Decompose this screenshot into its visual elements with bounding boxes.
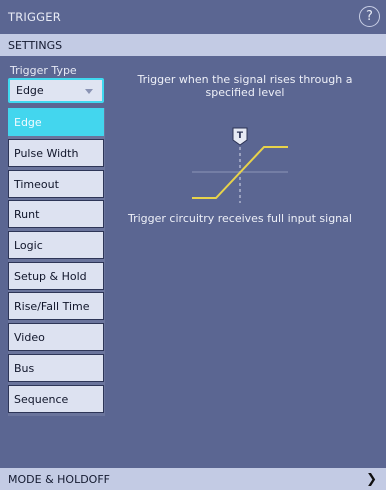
- mode-holdoff-section-header[interactable]: MODE & HOLDOFF ❯: [0, 468, 386, 490]
- trigger-type-label: Trigger Type: [10, 64, 77, 77]
- trigger-marker-icon: T: [232, 127, 248, 146]
- menu-item-video[interactable]: Video: [8, 323, 104, 351]
- settings-title: SETTINGS: [8, 38, 63, 52]
- trigger-type-menu: Edge Pulse Width Timeout Runt Logic Setu…: [8, 108, 105, 416]
- menu-item-runt[interactable]: Runt: [8, 200, 104, 228]
- menu-item-sequence[interactable]: Sequence: [8, 385, 104, 413]
- menu-item-edge[interactable]: Edge: [8, 108, 104, 136]
- trigger-marker-label: T: [237, 131, 244, 141]
- description-line-1: Trigger when the signal rises through a: [137, 73, 353, 86]
- menu-item-rise-fall-time[interactable]: Rise/Fall Time: [8, 292, 104, 320]
- description-line-2: specified level: [205, 86, 285, 99]
- window-title: TRIGGER: [8, 9, 61, 24]
- trigger-description: Trigger when the signal rises through a …: [112, 73, 378, 99]
- menu-item-bus[interactable]: Bus: [8, 354, 104, 382]
- menu-item-timeout[interactable]: Timeout: [8, 170, 104, 198]
- settings-section-header[interactable]: SETTINGS: [0, 34, 386, 56]
- menu-item-setup-hold[interactable]: Setup & Hold: [8, 262, 104, 290]
- trigger-type-selected-value: Edge: [16, 84, 44, 97]
- chevron-down-icon: [85, 89, 93, 94]
- menu-item-pulse-width[interactable]: Pulse Width: [8, 139, 104, 167]
- chevron-right-icon[interactable]: ❯: [366, 472, 377, 487]
- help-icon[interactable]: ?: [359, 6, 380, 27]
- edge-trigger-diagram: T: [192, 127, 288, 203]
- window-title-bar: TRIGGER ?: [0, 0, 386, 33]
- mode-holdoff-title: MODE & HOLDOFF: [8, 472, 110, 486]
- trigger-type-dropdown[interactable]: Edge: [8, 78, 104, 103]
- trigger-circuitry-note: Trigger circuitry receives full input si…: [128, 212, 352, 225]
- menu-item-logic[interactable]: Logic: [8, 231, 104, 259]
